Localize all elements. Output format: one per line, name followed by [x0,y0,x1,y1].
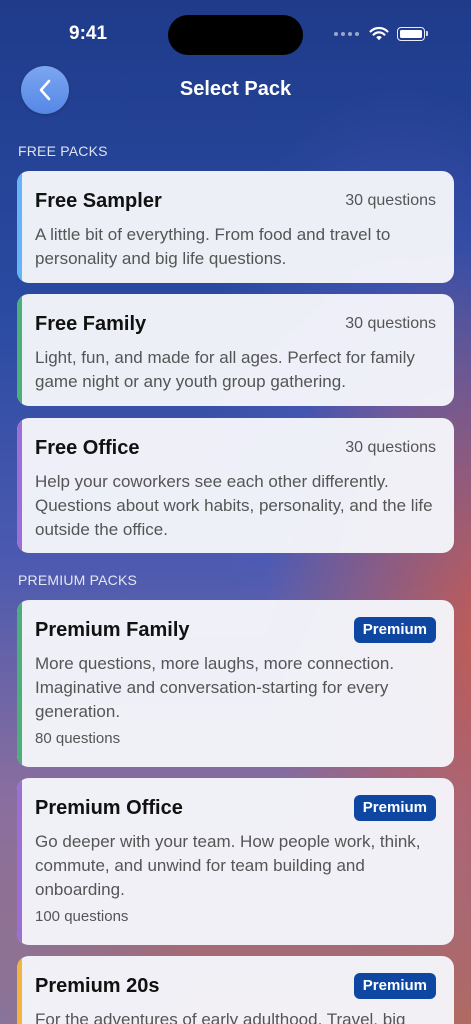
pack-title: Premium Family [35,618,190,641]
card-accent [17,956,22,1024]
pack-card-free-family[interactable]: Free Family 30 questions Light, fun, and… [17,294,454,406]
pack-card-premium-office[interactable]: Premium Office Premium Go deeper with yo… [17,778,454,945]
page-title: Select Pack [179,78,292,100]
card-accent [17,600,22,767]
battery-icon [397,26,428,41]
section-label-free: FREE PACKS [18,143,108,159]
pack-description: Light, fun, and made for all ages. Perfe… [35,348,415,391]
pack-card-premium-family[interactable]: Premium Family Premium More questions, m… [17,600,454,767]
pack-card-free-office[interactable]: Free Office 30 questions Help your cowor… [17,418,454,553]
pack-title: Premium Office [35,796,183,819]
card-accent [17,778,22,945]
pack-description: A little bit of everything. From food an… [35,225,391,268]
premium-badge: Premium [353,973,436,999]
dynamic-island [168,15,303,55]
pack-title: Free Office [35,436,140,459]
question-count: 100 questions [35,908,129,925]
pack-description: Help your coworkers see each other diffe… [35,472,433,539]
card-accent [17,294,22,406]
question-count: 80 questions [35,730,121,747]
pack-title: Premium 20s [35,974,160,997]
card-accent [17,418,22,553]
pack-description: More questions, more laughs, more connec… [35,654,395,721]
premium-badge: Premium [353,617,436,643]
signal-icon [334,31,359,36]
pack-description: For the adventures of early adulthood. T… [35,1010,406,1024]
pack-card-free-sampler[interactable]: Free Sampler 30 questions A little bit o… [17,171,454,283]
status-bar: 9:41 [0,0,471,60]
question-count: 30 questions [345,315,436,332]
section-label-premium: PREMIUM PACKS [18,572,138,588]
status-time: 9:41 [69,23,108,44]
pack-title: Free Sampler [35,189,162,212]
pack-title: Free Family [35,312,147,335]
nav-bar: Select Pack [0,66,471,114]
pack-description: Go deeper with your team. How people wor… [35,832,421,899]
card-accent [17,171,22,283]
premium-badge: Premium [353,795,436,821]
status-icons [334,26,428,41]
wifi-icon [369,26,389,41]
question-count: 30 questions [345,192,436,209]
question-count: 30 questions [345,439,436,456]
pack-card-premium-20s[interactable]: Premium 20s Premium For the adventures o… [17,956,454,1024]
